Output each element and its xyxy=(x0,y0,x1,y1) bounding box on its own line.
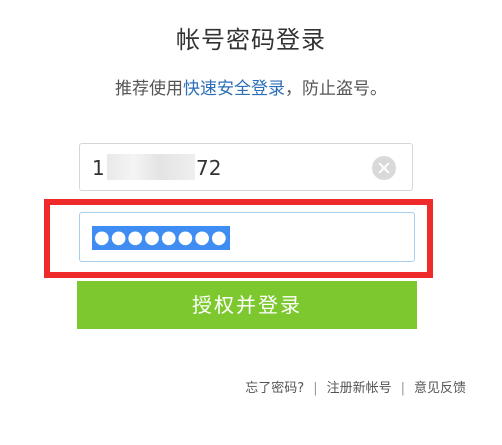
password-selected-text: ●●●●●●●● xyxy=(92,226,230,250)
page-title: 帐号密码登录 xyxy=(176,26,326,54)
login-subtitle: 推荐使用快速安全登录，防止盗号。 xyxy=(0,74,502,99)
login-page: 帐号密码登录 推荐使用快速安全登录，防止盗号。 1 72 ●●●●●●●● 授权… xyxy=(0,0,502,445)
forgot-password-link[interactable]: 忘了密码? xyxy=(245,381,304,396)
account-value-prefix: 1 xyxy=(92,156,106,180)
account-blur-mask xyxy=(107,154,195,180)
clear-icon[interactable] xyxy=(372,156,396,180)
authorize-login-button[interactable]: 授权并登录 xyxy=(77,281,417,329)
quick-login-link[interactable]: 快速安全登录 xyxy=(183,79,285,99)
account-value-suffix: 72 xyxy=(196,156,222,180)
footer-separator: | xyxy=(400,381,405,396)
subtitle-suffix: ，防止盗号。 xyxy=(285,79,387,99)
feedback-link[interactable]: 意见反馈 xyxy=(414,381,466,396)
footer-separator: | xyxy=(313,381,318,396)
subtitle-prefix: 推荐使用 xyxy=(115,79,183,99)
footer-links: 忘了密码? | 注册新帐号 | 意见反馈 xyxy=(245,377,466,396)
account-input[interactable]: 1 72 xyxy=(79,143,413,191)
register-link[interactable]: 注册新帐号 xyxy=(327,381,392,396)
password-input[interactable]: ●●●●●●●● xyxy=(79,212,415,262)
